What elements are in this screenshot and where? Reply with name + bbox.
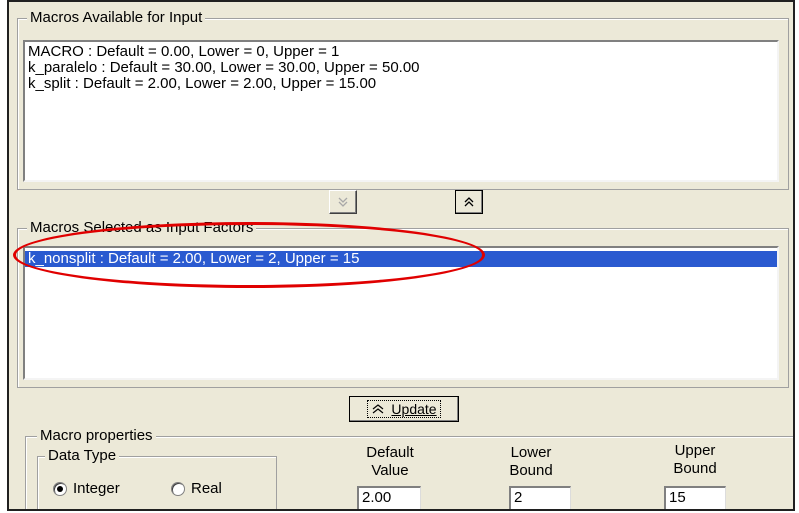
default-value-field[interactable]: 2.00 (357, 486, 421, 509)
lower-label-line-1: Lower (510, 444, 552, 461)
update-button-focus: Update (367, 400, 441, 418)
double-chevron-down-icon (338, 197, 348, 207)
default-label-line-2: Value (371, 462, 409, 479)
list-item-selected[interactable]: k_nonsplit : Default = 2.00, Lower = 2, … (25, 251, 777, 267)
upper-label-line-2: Bound (673, 460, 717, 477)
real-radio-label: Real (191, 480, 222, 497)
lower-bound-label: Lower Bound (491, 444, 571, 480)
list-item[interactable]: MACRO : Default = 0.00, Lower = 0, Upper… (25, 44, 777, 60)
upper-bound-field[interactable]: 15 (664, 486, 726, 509)
double-chevron-up-icon (464, 197, 474, 207)
macro-properties-legend: Macro properties (37, 428, 156, 444)
move-up-button[interactable] (455, 190, 483, 214)
list-item[interactable]: k_split : Default = 2.00, Lower = 2.00, … (25, 76, 777, 92)
data-type-legend: Data Type (45, 448, 120, 464)
lower-bound-field[interactable]: 2 (509, 486, 571, 509)
available-macros-legend: Macros Available for Input (27, 10, 206, 26)
upper-bound-label: Upper Bound (655, 442, 735, 478)
available-macros-list[interactable]: MACRO : Default = 0.00, Lower = 0, Upper… (23, 40, 779, 182)
real-radio-indicator[interactable] (171, 481, 185, 496)
update-button[interactable]: Update (349, 396, 459, 422)
default-value-label: Default Value (345, 444, 435, 480)
real-radio[interactable]: Real (171, 480, 222, 497)
list-item[interactable]: k_paralelo : Default = 30.00, Lower = 30… (25, 60, 777, 76)
integer-radio-label: Integer (73, 480, 120, 497)
selected-macros-list[interactable]: k_nonsplit : Default = 2.00, Lower = 2, … (23, 246, 779, 380)
integer-radio[interactable]: Integer (53, 480, 120, 497)
selected-macros-legend: Macros Selected as Input Factors (27, 220, 257, 236)
update-button-label: Update (391, 401, 437, 417)
integer-radio-indicator[interactable] (53, 481, 67, 496)
move-down-button[interactable] (329, 190, 357, 214)
double-chevron-up-icon (373, 404, 384, 414)
lower-label-line-2: Bound (509, 462, 553, 479)
default-label-line-1: Default (366, 444, 414, 461)
macro-dialog: Macros Available for Input MACRO : Defau… (7, 0, 795, 511)
upper-label-line-1: Upper (674, 442, 716, 459)
